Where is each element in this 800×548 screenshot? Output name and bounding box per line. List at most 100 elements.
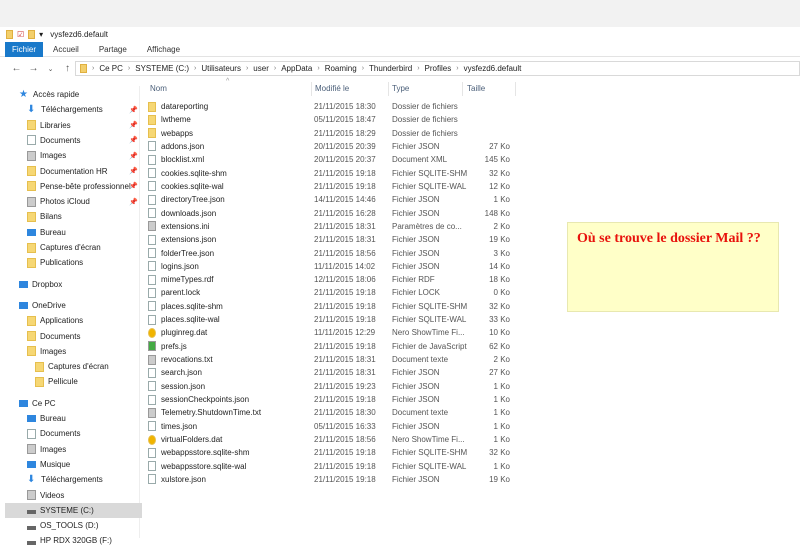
sidebar-item[interactable]: Ce PC	[5, 396, 142, 411]
sidebar-item[interactable]: Applications	[5, 313, 142, 328]
file-row[interactable]: virtualFolders.dat 21/11/2015 18:56 Nero S…	[148, 433, 518, 446]
pin-icon[interactable]: 📌	[129, 152, 138, 160]
file-row[interactable]: pluginreg.dat 11/11/2015 12:29 Nero ShowTi…	[148, 326, 518, 339]
sidebar-item[interactable]: Publications	[5, 255, 142, 270]
sidebar-item[interactable]: ⬇ Téléchargements 📌	[5, 102, 142, 117]
file-row[interactable]: webapps 21/11/2015 18:29 Dossier de fichie…	[148, 127, 518, 140]
sidebar-item[interactable]: Dropbox	[5, 277, 142, 292]
file-row[interactable]: addons.json 20/11/2015 20:39 Fichier JSON 2…	[148, 140, 518, 153]
breadcrumb-item[interactable]: AppData	[281, 64, 312, 73]
sidebar-item[interactable]: Documents 📌	[5, 133, 142, 148]
sidebar-item[interactable]: Photos iCloud 📌	[5, 194, 142, 209]
back-arrow-icon[interactable]: ←	[8, 63, 25, 74]
sidebar-item[interactable]: OneDrive	[5, 298, 142, 313]
sidebar-item[interactable]: Musique	[5, 457, 142, 472]
file-row[interactable]: sessionCheckpoints.json 21/11/2015 19:18 F…	[148, 393, 518, 406]
breadcrumb-item[interactable]: Utilisateurs	[201, 64, 241, 73]
sidebar-item[interactable]: Images	[5, 442, 142, 457]
sidebar-item[interactable]: Documents	[5, 426, 142, 441]
file-row[interactable]: webappsstore.sqlite-wal 21/11/2015 19:18 F…	[148, 460, 518, 473]
pin-icon[interactable]: 📌	[129, 106, 138, 114]
sidebar-item[interactable]: SYSTEME (C:)	[5, 502, 142, 518]
address-bar[interactable]: › Ce PC › SYSTEME (C:) › Utilisateurs › user › Ap…	[75, 61, 800, 76]
file-row[interactable]: blocklist.xml 20/11/2015 20:37 Document XM…	[148, 153, 518, 166]
breadcrumb-separator-icon[interactable]: ›	[194, 65, 196, 72]
properties-icon[interactable]: ☑	[17, 30, 24, 39]
pin-icon[interactable]: 📌	[129, 198, 138, 206]
breadcrumb-separator-icon[interactable]: ›	[128, 65, 130, 72]
up-arrow-icon[interactable]: ↑	[59, 63, 76, 74]
pin-icon[interactable]: 📌	[129, 167, 138, 175]
breadcrumb-separator-icon[interactable]: ›	[317, 65, 319, 72]
breadcrumb-item[interactable]: SYSTEME (C:)	[135, 64, 189, 73]
sidebar-item[interactable]: Captures d'écran	[5, 359, 142, 374]
sidebar-item[interactable]: Bureau	[5, 411, 142, 426]
breadcrumb-separator-icon[interactable]: ›	[417, 65, 419, 72]
file-row[interactable]: webappsstore.sqlite-shm 21/11/2015 19:18 F…	[148, 446, 518, 459]
breadcrumb-separator-icon[interactable]: ›	[456, 65, 458, 72]
file-row[interactable]: times.json 05/11/2015 16:33 Fichier JSON 1 …	[148, 420, 518, 433]
new-folder-icon[interactable]	[28, 29, 36, 39]
recent-chevron-icon[interactable]: ⌄	[42, 65, 59, 73]
breadcrumb-item[interactable]: Profiles	[425, 64, 452, 73]
file-row[interactable]: extensions.json 21/11/2015 18:31 Fichier J…	[148, 233, 518, 246]
tab-partage[interactable]: Partage	[89, 42, 137, 57]
sidebar-item[interactable]: Images	[5, 344, 142, 359]
sidebar-item[interactable]: Documents	[5, 329, 142, 344]
sidebar-item[interactable]: ⬇ Téléchargements	[5, 472, 142, 487]
file-row[interactable]: cookies.sqlite-wal 21/11/2015 19:18 Fichie…	[148, 180, 518, 193]
breadcrumb-separator-icon[interactable]: ›	[246, 65, 248, 72]
file-row[interactable]: folderTree.json 21/11/2015 18:56 Fichier J…	[148, 247, 518, 260]
sidebar-item[interactable]: ★ Accès rapide	[5, 87, 142, 102]
file-row[interactable]: datareporting 21/11/2015 18:30 Dossier de …	[148, 100, 518, 113]
file-row[interactable]: search.json 21/11/2015 18:31 Fichier JSON 2…	[148, 366, 518, 379]
sidebar-item[interactable]: Libraries 📌	[5, 118, 142, 133]
sidebar-item[interactable]: Pense-bête professionnel 📌	[5, 179, 142, 194]
tab-affichage[interactable]: Affichage	[137, 42, 190, 57]
file-row[interactable]: revocations.txt 21/11/2015 18:31 Document …	[148, 353, 518, 366]
file-row[interactable]: xulstore.json 21/11/2015 19:18 Fichier JSO…	[148, 473, 518, 486]
pin-icon[interactable]: 📌	[129, 136, 138, 144]
column-size[interactable]: Taille	[467, 84, 485, 93]
file-row[interactable]: extensions.ini 21/11/2015 18:31 Paramètres…	[148, 220, 518, 233]
column-name[interactable]: Nom	[150, 84, 167, 93]
sidebar-item[interactable]: Captures d'écran	[5, 240, 142, 255]
sidebar-item[interactable]: OS_TOOLS (D:)	[5, 518, 142, 533]
column-type[interactable]: Type	[392, 84, 409, 93]
file-row[interactable]: cookies.sqlite-shm 21/11/2015 19:18 Fichie…	[148, 167, 518, 180]
breadcrumb-separator-icon[interactable]: ›	[274, 65, 276, 72]
file-row[interactable]: session.json 21/11/2015 19:23 Fichier JSON…	[148, 380, 518, 393]
sidebar-item[interactable]: Videos	[5, 488, 142, 503]
file-row[interactable]: Telemetry.ShutdownTime.txt 21/11/2015 18:…	[148, 406, 518, 419]
sidebar-item[interactable]: Bureau	[5, 225, 142, 240]
breadcrumb-item[interactable]: Thunderbird	[369, 64, 412, 73]
file-modified: 21/11/2015 16:28	[314, 208, 376, 218]
pin-icon[interactable]: 📌	[129, 182, 138, 190]
file-row[interactable]: places.sqlite-wal 21/11/2015 19:18 Fichier…	[148, 313, 518, 326]
sidebar-item[interactable]: Images 📌	[5, 148, 142, 163]
file-row[interactable]: downloads.json 21/11/2015 16:28 Fichier JS…	[148, 207, 518, 220]
file-row[interactable]: parent.lock 21/11/2015 19:18 Fichier LOCK 0…	[148, 286, 518, 299]
breadcrumb-separator-icon[interactable]: ›	[362, 65, 364, 72]
breadcrumb-item[interactable]: Ce PC	[99, 64, 123, 73]
sidebar-item[interactable]: HP RDX 320GB (F:)	[5, 533, 142, 548]
tab-fichier[interactable]: Fichier	[5, 41, 44, 57]
file-row[interactable]: places.sqlite-shm 21/11/2015 19:18 Fichier…	[148, 300, 518, 313]
sidebar-item[interactable]: Bilans	[5, 209, 142, 224]
forward-arrow-icon[interactable]: →	[25, 63, 42, 74]
tab-accueil[interactable]: Accueil	[43, 42, 89, 57]
breadcrumb-item[interactable]: Roaming	[325, 64, 357, 73]
breadcrumb-separator-icon[interactable]: ›	[92, 65, 94, 72]
file-row[interactable]: directoryTree.json 14/11/2015 14:46 Fichie…	[148, 193, 518, 206]
file-row[interactable]: mimeTypes.rdf 12/11/2015 18:06 Fichier RDF…	[148, 273, 518, 286]
file-row[interactable]: prefs.js 21/11/2015 19:18 Fichier de JavaS…	[148, 340, 518, 353]
sidebar-item[interactable]: Documentation HR 📌	[5, 164, 142, 179]
breadcrumb-item[interactable]: vysfezd6.default	[464, 64, 522, 73]
sidebar-item[interactable]: Pellicule	[5, 374, 142, 389]
quick-access-dropdown-icon[interactable]: ▾	[39, 30, 43, 39]
file-row[interactable]: lwtheme 05/11/2015 18:47 Dossier de fichie…	[148, 113, 518, 126]
column-modified[interactable]: Modifié le	[315, 84, 349, 93]
breadcrumb-item[interactable]: user	[253, 64, 269, 73]
file-row[interactable]: logins.json 11/11/2015 14:02 Fichier JSON 1…	[148, 260, 518, 273]
pin-icon[interactable]: 📌	[129, 121, 138, 129]
